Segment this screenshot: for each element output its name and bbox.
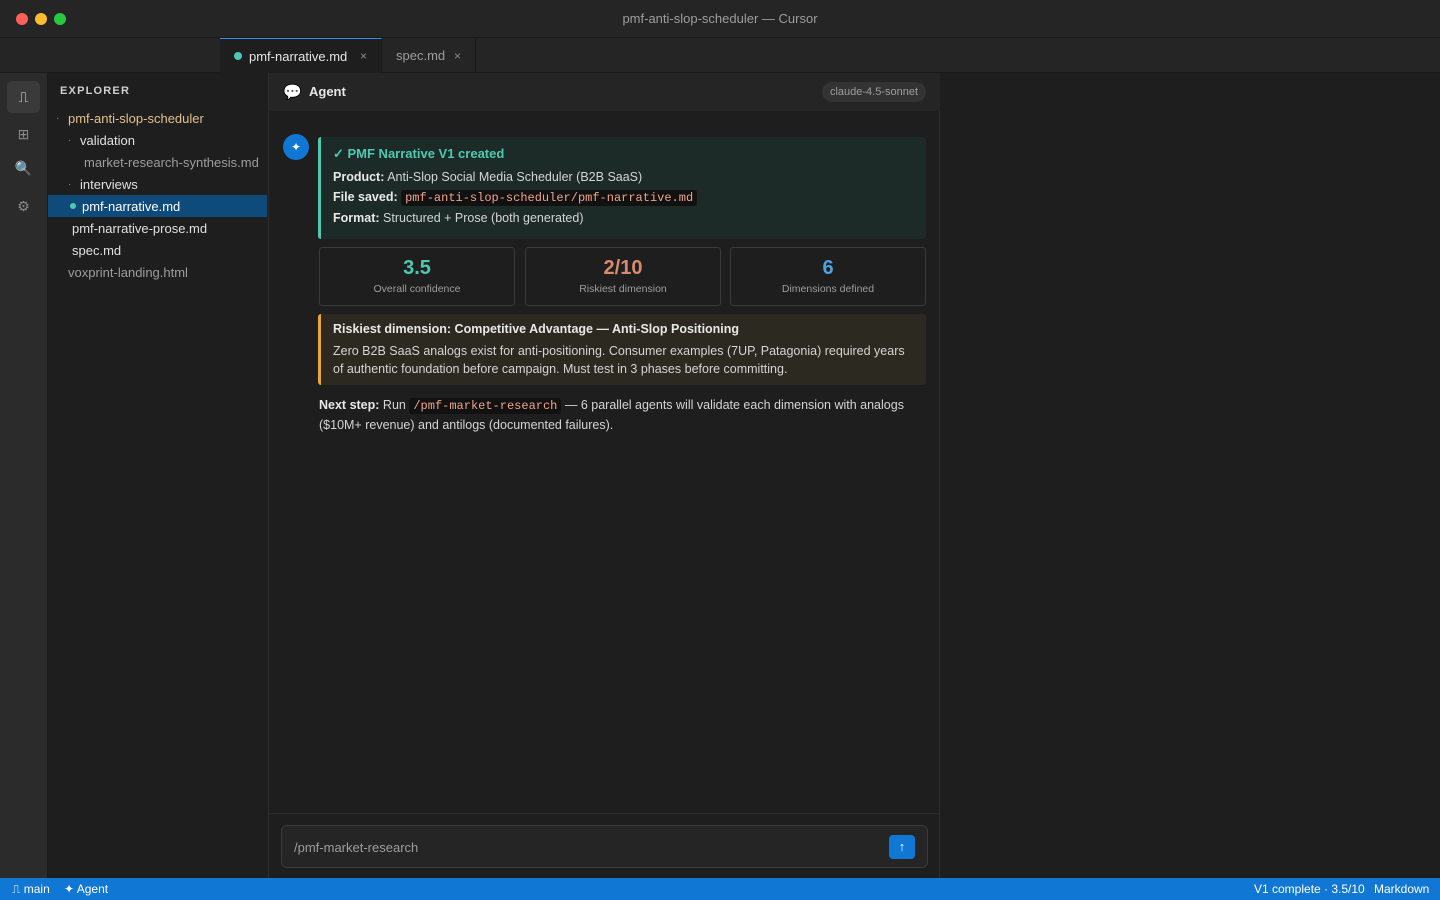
tree-folder-interviews[interactable]: · interviews xyxy=(48,173,267,195)
editor-area xyxy=(940,73,1440,878)
format-value: Structured + Prose (both generated) xyxy=(383,211,584,225)
tree-file-market-research[interactable]: market-research-synthesis.md xyxy=(48,151,267,173)
tab-label: spec.md xyxy=(396,48,446,63)
explorer-sidebar: EXPLORER · pmf-anti-slop-scheduler · val… xyxy=(48,73,269,878)
next-step-pre: Run xyxy=(382,398,406,412)
title-bar: pmf-anti-slop-scheduler — Cursor xyxy=(0,0,1440,38)
file-label: voxprint-landing.html xyxy=(68,264,188,280)
tree-file-spec[interactable]: spec.md xyxy=(48,239,267,261)
chevron-icon: · xyxy=(56,112,60,124)
next-step-label: Next step: xyxy=(319,398,380,412)
tab-pmf-narrative[interactable]: pmf-narrative.md × xyxy=(220,38,382,73)
stat-card-riskiest: 2/10 Riskiest dimension xyxy=(525,247,721,306)
file-saved-label: File saved: xyxy=(333,190,398,204)
status-bar: ⎍ main ✦ Agent V1 complete · 3.5/10 Mark… xyxy=(0,878,1440,900)
summary-card: ✓ PMF Narrative V1 created Product: Anti… xyxy=(318,137,926,239)
search-icon[interactable]: 🔍 xyxy=(7,152,40,184)
file-label: pmf-narrative-prose.md xyxy=(72,220,208,236)
file-label: market-research-synthesis.md xyxy=(84,154,259,170)
explorer-title: EXPLORER xyxy=(60,85,131,97)
chevron-icon: · xyxy=(68,134,72,146)
format-label: Format: xyxy=(333,211,380,225)
command-chip[interactable]: /pmf-market-research xyxy=(409,398,562,414)
agent-avatar-sparkle-icon: ✦ xyxy=(283,134,309,160)
tree-file-voxprint-landing[interactable]: voxprint-landing.html xyxy=(48,261,267,283)
stat-value: 3.5 xyxy=(403,257,431,279)
risk-callout: Riskiest dimension: Competitive Advantag… xyxy=(318,314,926,385)
editor-tab-bar: pmf-narrative.md × spec.md × xyxy=(0,38,1440,73)
stat-value: 6 xyxy=(822,257,834,279)
tab-spec[interactable]: spec.md × xyxy=(382,38,476,73)
stat-card-dimensions: 6 Dimensions defined xyxy=(730,247,926,306)
agent-header: 💬 Agent claude-4.5-sonnet xyxy=(269,73,940,111)
divider xyxy=(269,813,940,814)
git-branch-icon[interactable]: ⎍ xyxy=(7,81,40,113)
chat-bubble-icon: 💬 xyxy=(283,84,302,101)
progress-status: V1 complete · 3.5/10 xyxy=(1254,882,1365,896)
file-path[interactable]: pmf-anti-slop-scheduler/pmf-narrative.md xyxy=(401,190,698,206)
language-mode[interactable]: Markdown xyxy=(1374,882,1429,896)
product-row: Product: Anti-Slop Social Media Schedule… xyxy=(333,170,914,184)
file-label: spec.md xyxy=(72,242,122,258)
product-value: Anti-Slop Social Media Scheduler (B2B Sa… xyxy=(387,170,643,184)
modified-dot-icon xyxy=(70,203,76,209)
next-step-post: — 6 parallel agents will validate each d… xyxy=(319,398,904,432)
agent-title: Agent xyxy=(309,84,346,99)
risk-title: Riskiest dimension: Competitive Advantag… xyxy=(333,322,740,336)
settings-icon[interactable]: ⚙ xyxy=(7,190,40,222)
file-label: pmf-narrative.md xyxy=(82,198,181,214)
stat-label: Riskiest dimension xyxy=(579,283,667,295)
tree-file-pmf-narrative[interactable]: pmf-narrative.md xyxy=(48,195,267,217)
window-title: pmf-anti-slop-scheduler — Cursor xyxy=(622,11,818,26)
stat-value: 2/10 xyxy=(603,257,643,279)
extensions-icon[interactable]: ⊞ xyxy=(7,118,40,150)
model-selector[interactable]: claude-4.5-sonnet xyxy=(821,82,926,102)
folder-label: pmf-anti-slop-scheduler xyxy=(68,110,204,126)
stat-card-confidence: 3.5 Overall confidence xyxy=(319,247,515,306)
agent-status[interactable]: ✦ Agent xyxy=(64,882,108,896)
tree-folder-root[interactable]: · pmf-anti-slop-scheduler xyxy=(48,107,267,129)
file-saved-row: File saved: pmf-anti-slop-scheduler/pmf-… xyxy=(333,190,914,206)
send-arrow-icon[interactable]: ↑ xyxy=(889,835,915,859)
summary-title: ✓ PMF Narrative V1 created xyxy=(333,146,505,161)
folder-label: validation xyxy=(80,132,135,148)
chat-input-box: ↑ xyxy=(281,825,928,868)
tab-label: pmf-narrative.md xyxy=(249,48,348,64)
chevron-icon: · xyxy=(68,178,72,190)
risk-body: Zero B2B SaaS analogs exist for anti-pos… xyxy=(333,344,905,376)
close-tab-icon[interactable]: × xyxy=(454,49,461,63)
stat-label: Overall confidence xyxy=(373,283,461,295)
format-row: Format: Structured + Prose (both generat… xyxy=(333,211,914,225)
modified-dot-icon xyxy=(234,52,242,60)
tree-file-pmf-narrative-prose[interactable]: pmf-narrative-prose.md xyxy=(48,217,267,239)
stat-label: Dimensions defined xyxy=(781,283,875,295)
activity-bar: ⎍ ⊞ 🔍 ⚙ xyxy=(0,73,48,878)
folder-label: interviews xyxy=(80,176,138,192)
chat-input[interactable] xyxy=(294,838,854,856)
tree-folder-validation[interactable]: · validation xyxy=(48,129,267,151)
close-tab-icon[interactable]: × xyxy=(360,49,367,63)
next-step: Next step: Run /pmf-market-research — 6 … xyxy=(319,396,925,435)
product-label: Product: xyxy=(333,170,385,184)
branch-status[interactable]: ⎍ main xyxy=(12,882,50,897)
agent-panel: 💬 Agent claude-4.5-sonnet ✦ ✓ PMF Narrat… xyxy=(269,73,940,878)
